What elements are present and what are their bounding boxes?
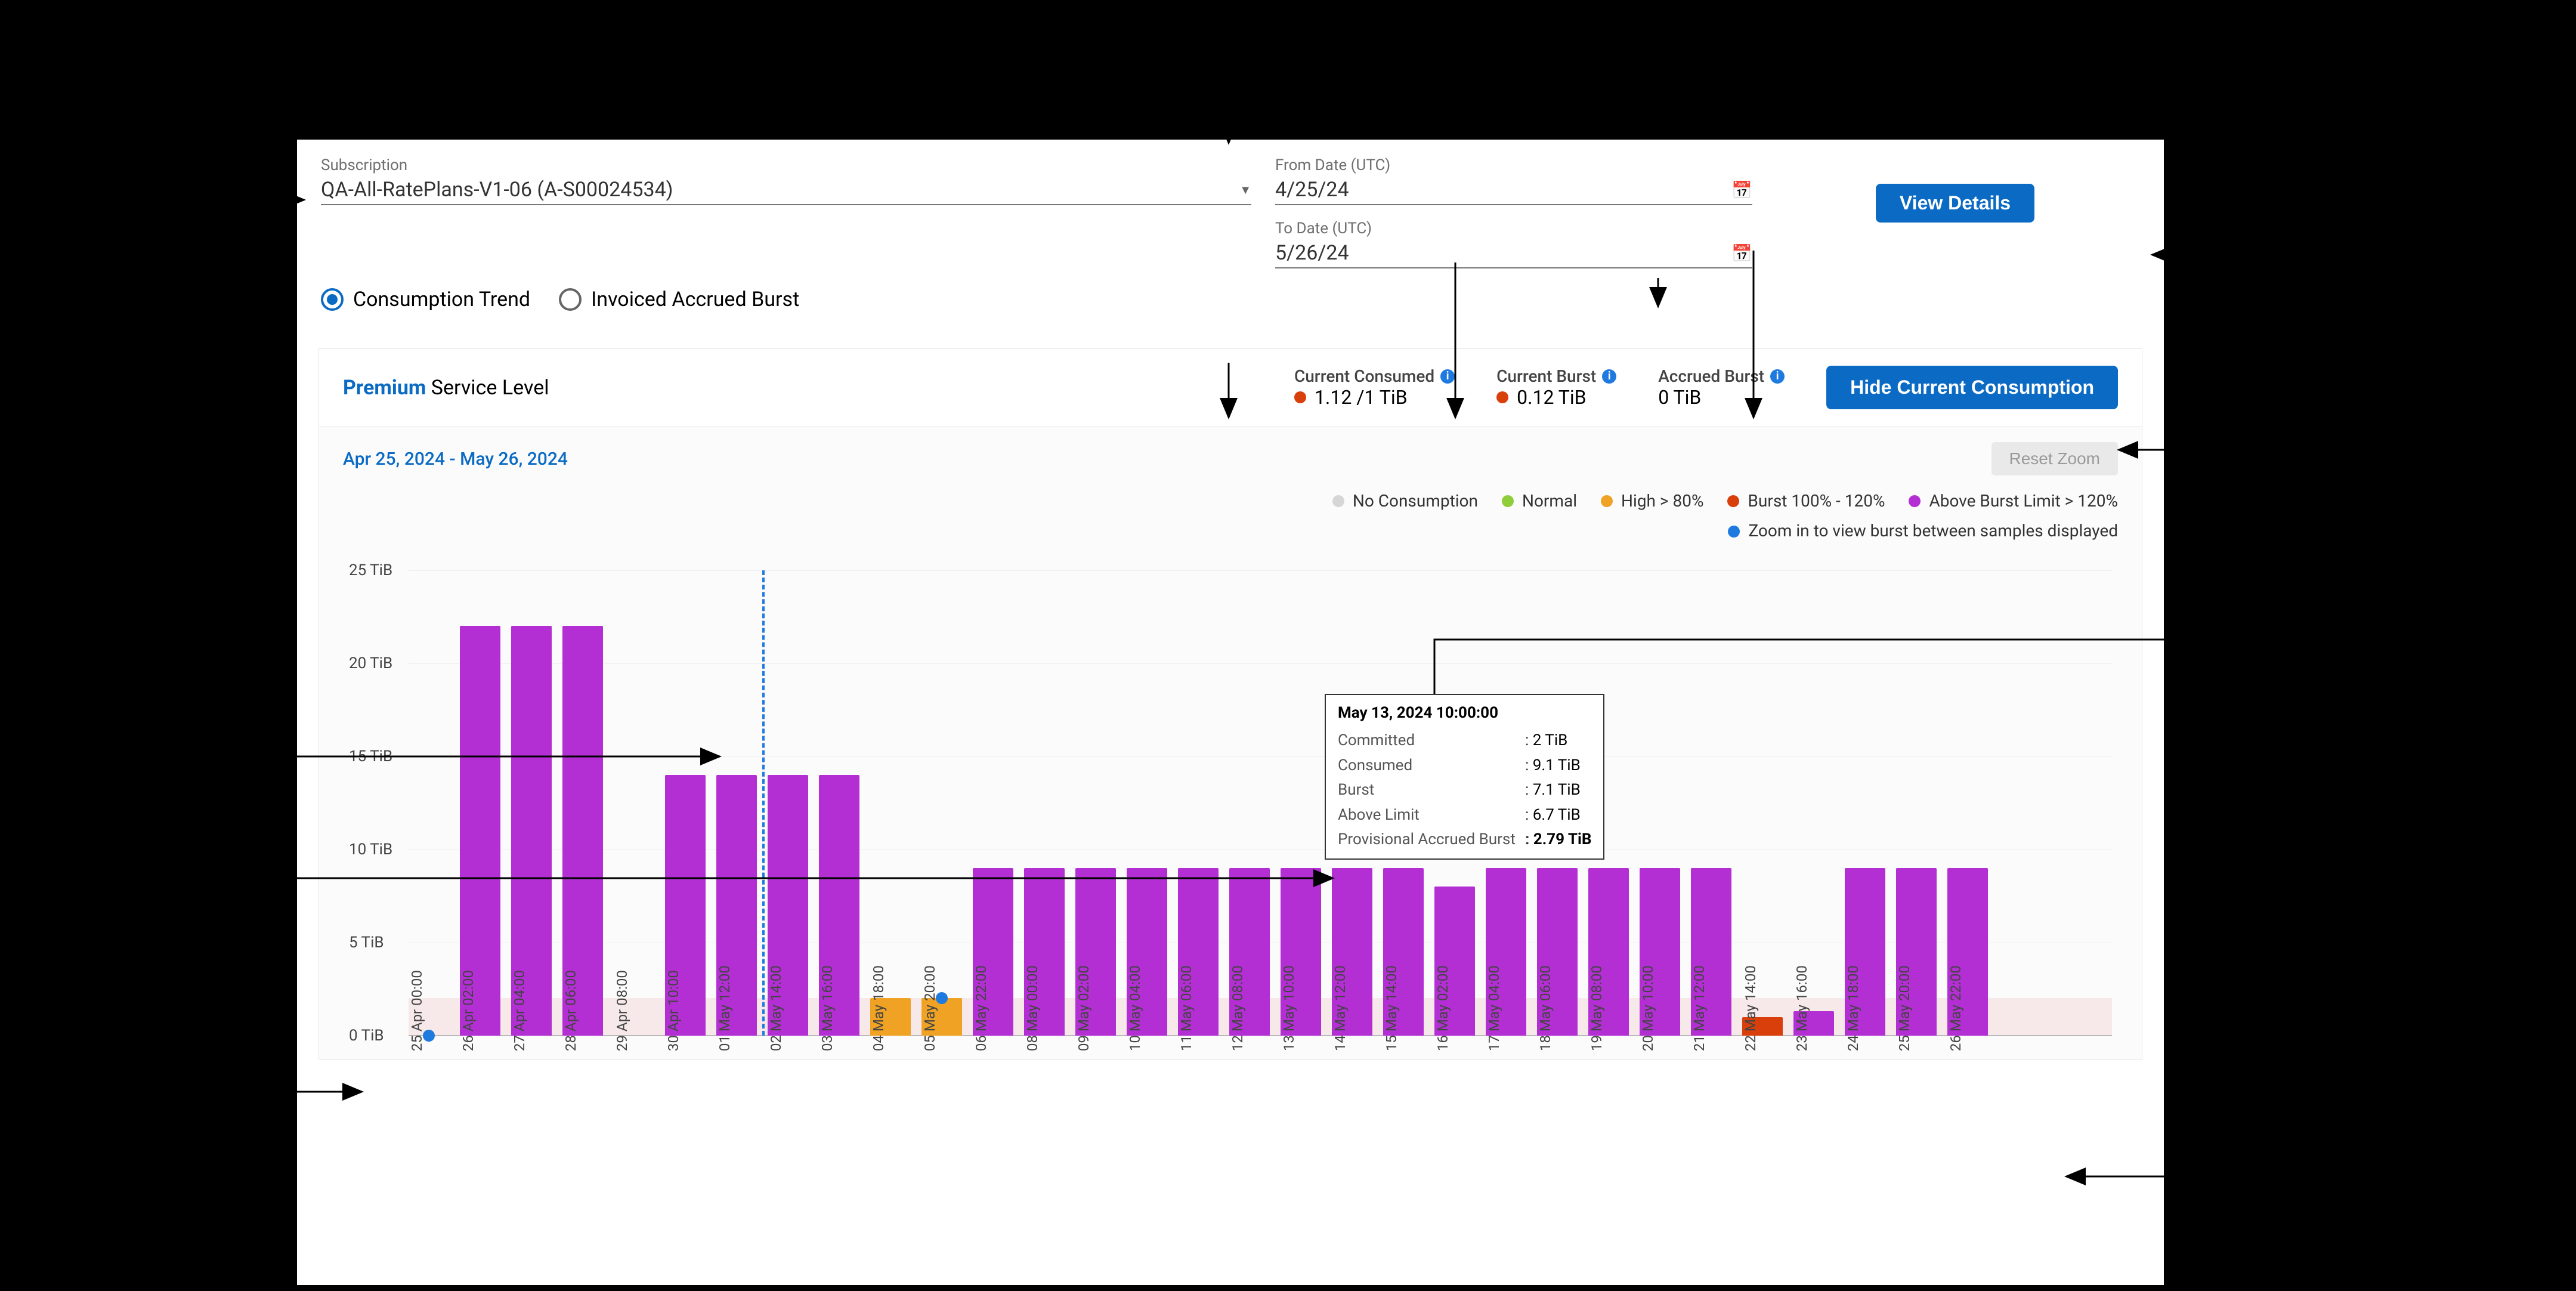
x-axis-tick: 16 May 02:00	[1434, 1042, 1451, 1082]
x-axis-tick: 30 Apr 10:00	[665, 1042, 682, 1082]
x-axis-tick: 03 May 16:00	[819, 1042, 836, 1082]
x-axis-tick: 17 May 04:00	[1486, 1042, 1502, 1082]
to-date-label: To Date (UTC)	[1275, 220, 1752, 237]
x-axis-tick: 26 Apr 02:00	[460, 1042, 477, 1082]
consumption-panel: Premium Service Level Current Consumedi …	[318, 348, 2142, 1060]
info-icon[interactable]: i	[1440, 369, 1455, 384]
y-axis-tick: 25 TiB	[349, 561, 392, 579]
y-axis-tick: 15 TiB	[349, 748, 392, 765]
subscription-label: Subscription	[321, 156, 1251, 174]
stat-current-burst: Current Bursti 0.12 TiB	[1496, 366, 1616, 409]
subscription-field[interactable]: Subscription QA-All-RatePlans-V1-06 (A-S…	[321, 156, 1251, 268]
filter-bar: Subscription QA-All-RatePlans-V1-06 (A-S…	[297, 140, 2164, 268]
x-axis-tick: 23 May 16:00	[1793, 1042, 1810, 1082]
x-axis-tick: 14 May 12:00	[1332, 1042, 1349, 1082]
stat-current-consumed: Current Consumedi 1.12 /1 TiB	[1294, 366, 1455, 409]
y-axis-tick: 0 TiB	[349, 1027, 384, 1045]
radio-invoiced-accrued[interactable]: Invoiced Accrued Burst	[559, 288, 799, 311]
x-axis-tick: 12 May 08:00	[1229, 1042, 1246, 1082]
calendar-icon[interactable]: 📅	[1731, 180, 1752, 200]
reset-zoom-button[interactable]: Reset Zoom	[1991, 442, 2119, 475]
x-axis-tick: 02 May 14:00	[768, 1042, 784, 1082]
view-details-button[interactable]: View Details	[1876, 184, 2034, 223]
x-axis-tick: 28 Apr 06:00	[562, 1042, 579, 1082]
from-date-input[interactable]: 4/25/24 📅	[1275, 175, 1752, 205]
y-axis-tick: 10 TiB	[349, 841, 392, 858]
x-axis-tick: 27 Apr 04:00	[511, 1042, 528, 1082]
y-axis-tick: 5 TiB	[349, 934, 384, 952]
x-axis-tick: 15 May 14:00	[1383, 1042, 1400, 1082]
x-axis-tick: 09 May 02:00	[1075, 1042, 1092, 1082]
chart-legend: No Consumption Normal High > 80% Burst 1…	[343, 486, 2118, 546]
x-axis-tick: 04 May 18:00	[870, 1042, 887, 1082]
x-axis-tick: 25 Apr 00:00	[409, 1042, 425, 1082]
x-axis-tick: 25 May 20:00	[1896, 1042, 1913, 1082]
from-date-label: From Date (UTC)	[1275, 156, 1752, 174]
x-axis-tick: 06 May 22:00	[973, 1042, 989, 1082]
x-axis-tick: 19 May 08:00	[1588, 1042, 1605, 1082]
x-axis-tick: 05 May 20:00	[921, 1042, 938, 1082]
x-axis-tick: 22 May 14:00	[1742, 1042, 1759, 1082]
info-icon[interactable]: i	[1602, 369, 1616, 384]
y-axis-tick: 20 TiB	[349, 654, 392, 672]
x-axis-tick: 20 May 10:00	[1640, 1042, 1656, 1082]
x-axis-tick: 18 May 06:00	[1537, 1042, 1554, 1082]
consumption-chart[interactable]: 0 TiB5 TiB10 TiB15 TiB20 TiB25 TiB25 Apr…	[409, 570, 2112, 1036]
x-axis-tick: 29 Apr 08:00	[614, 1042, 630, 1082]
chevron-down-icon: ▼	[1239, 183, 1251, 197]
app-frame: Subscription QA-All-RatePlans-V1-06 (A-S…	[297, 140, 2164, 1285]
x-axis-tick: 26 May 22:00	[1947, 1042, 1964, 1082]
subscription-value: QA-All-RatePlans-V1-06 (A-S00024534)	[321, 178, 673, 202]
hide-current-consumption-button[interactable]: Hide Current Consumption	[1826, 366, 2118, 409]
service-level-title: Premium Service Level	[343, 376, 549, 400]
x-axis-tick: 24 May 18:00	[1845, 1042, 1861, 1082]
to-date-input[interactable]: 5/26/24 📅	[1275, 239, 1752, 268]
date-fields: From Date (UTC) 4/25/24 📅 To Date (UTC) …	[1275, 156, 1752, 268]
date-range-display: Apr 25, 2024 - May 26, 2024	[343, 449, 568, 470]
x-axis-tick: 08 May 00:00	[1024, 1042, 1041, 1082]
view-toggle: Consumption Trend Invoiced Accrued Burst	[297, 268, 2164, 341]
info-icon[interactable]: i	[1770, 369, 1785, 384]
x-axis-tick: 11 May 06:00	[1178, 1042, 1195, 1082]
x-axis-tick: 21 May 12:00	[1691, 1042, 1708, 1082]
calendar-icon[interactable]: 📅	[1731, 243, 1752, 263]
x-axis-tick: 10 May 04:00	[1127, 1042, 1143, 1082]
x-axis-tick: 01 May 12:00	[716, 1042, 733, 1082]
chart-tooltip: May 13, 2024 10:00:00Committed2 TiBConsu…	[1325, 694, 1604, 860]
radio-consumption-trend[interactable]: Consumption Trend	[321, 288, 530, 311]
x-axis-tick: 13 May 10:00	[1281, 1042, 1297, 1082]
stat-accrued-burst: Accrued Bursti 0 TiB	[1658, 366, 1785, 409]
